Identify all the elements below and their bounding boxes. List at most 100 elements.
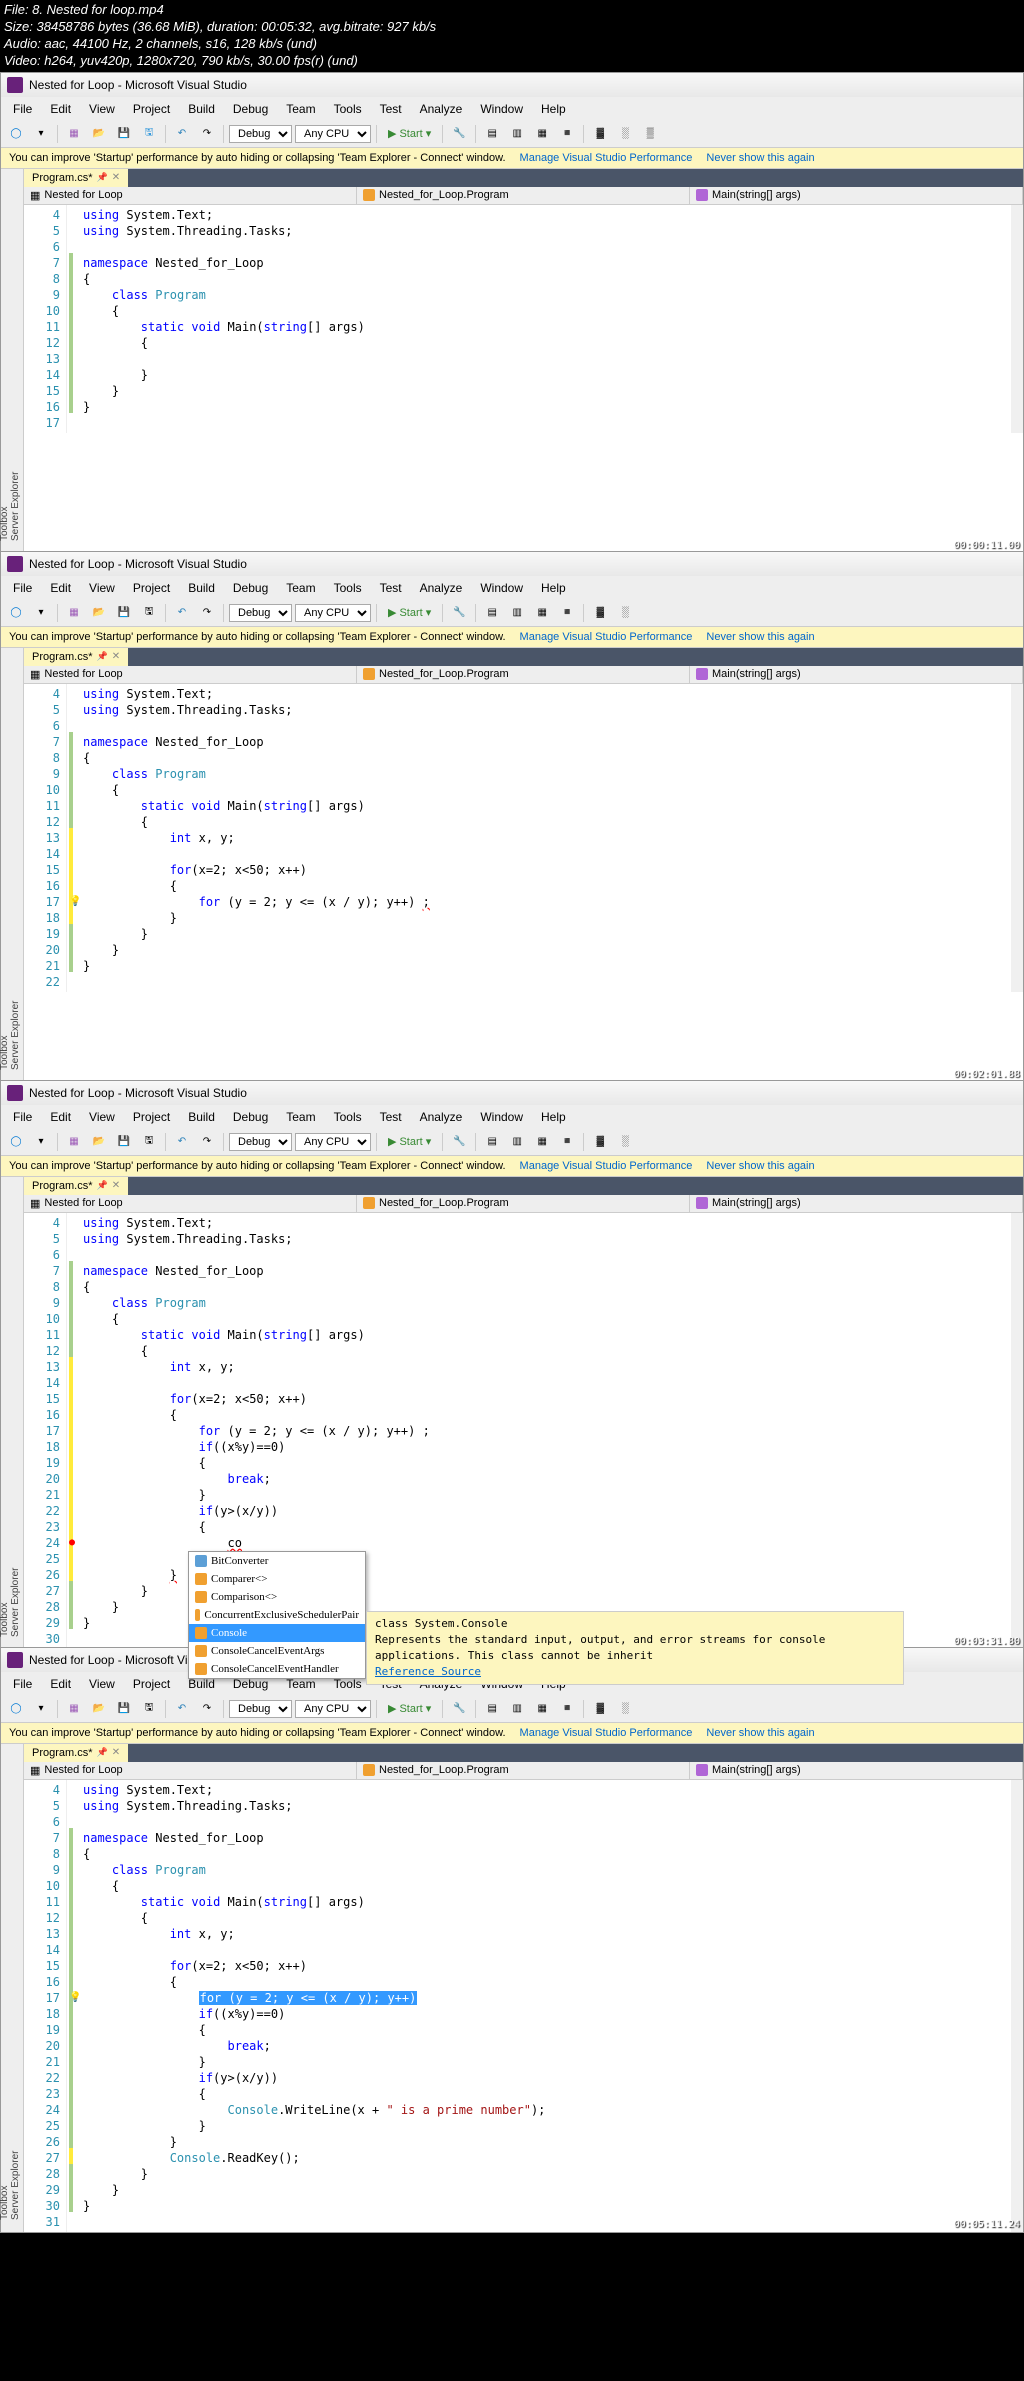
save-all-button[interactable]: 🖫 <box>138 123 160 145</box>
scope-selector[interactable]: ▦ Nested for Loop <box>24 1762 357 1779</box>
save-button[interactable]: 💾 <box>113 123 135 145</box>
toolbar-button[interactable]: ░ <box>614 123 636 145</box>
menu-team[interactable]: Team <box>278 578 323 598</box>
class-selector[interactable]: Nested_for_Loop.Program <box>357 187 690 204</box>
menu-file[interactable]: File <box>5 578 40 598</box>
method-selector[interactable]: Main(string[] args) <box>690 666 1023 683</box>
config-select[interactable]: Debug <box>229 1133 292 1151</box>
scroll-map[interactable] <box>1011 1780 1023 2232</box>
toolbox-tab[interactable]: Toolbox <box>0 1748 10 2220</box>
class-selector[interactable]: Nested_for_Loop.Program <box>357 666 690 683</box>
reference-source-link[interactable]: Reference Source <box>375 1664 895 1680</box>
intelli-item[interactable]: BitConverter <box>189 1552 365 1570</box>
intelli-item[interactable]: ConcurrentExclusiveSchedulerPair <box>189 1606 365 1624</box>
manage-perf-link[interactable]: Manage Visual Studio Performance <box>520 631 693 643</box>
server-explorer-tab[interactable]: Server Explorer <box>10 1748 21 2220</box>
menu-team[interactable]: Team <box>278 1107 323 1127</box>
server-explorer-tab[interactable]: Server Explorer <box>10 652 21 1070</box>
toolbar-button[interactable]: ▒ <box>639 123 661 145</box>
menu-view[interactable]: View <box>81 578 123 598</box>
code-editor[interactable]: using System.Text; using System.Threadin… <box>79 205 1011 433</box>
menu-analyze[interactable]: Analyze <box>412 99 471 119</box>
scope-selector[interactable]: ▦ Nested for Loop <box>24 187 357 204</box>
close-icon[interactable]: ✕ <box>112 1747 120 1758</box>
menu-edit[interactable]: Edit <box>42 1107 79 1127</box>
toolbox-tab[interactable]: Toolbox <box>0 173 10 541</box>
scroll-map[interactable] <box>1011 1213 1023 1649</box>
close-icon[interactable]: ✕ <box>112 172 120 183</box>
class-selector[interactable]: Nested_for_Loop.Program <box>357 1762 690 1779</box>
platform-select[interactable]: Any CPU <box>295 125 371 143</box>
menu-test[interactable]: Test <box>372 99 410 119</box>
error-icon[interactable]: ● <box>69 1537 75 1548</box>
menu-debug[interactable]: Debug <box>225 1107 276 1127</box>
intelli-item[interactable]: ConsoleCancelEventArgs <box>189 1642 365 1660</box>
menu-analyze[interactable]: Analyze <box>412 1107 471 1127</box>
menu-file[interactable]: File <box>5 99 40 119</box>
start-button[interactable]: ▶ Start ▾ <box>382 606 437 619</box>
menu-bar[interactable]: FileEditViewProjectBuildDebugTeamToolsTe… <box>1 576 1023 600</box>
method-selector[interactable]: Main(string[] args) <box>690 187 1023 204</box>
toolbar-button[interactable]: ▦ <box>531 123 553 145</box>
menu-view[interactable]: View <box>81 1107 123 1127</box>
scroll-map[interactable] <box>1011 205 1023 433</box>
menu-help[interactable]: Help <box>533 99 574 119</box>
pin-icon[interactable]: 📌 <box>97 172 108 183</box>
scroll-map[interactable] <box>1011 684 1023 992</box>
redo-button[interactable]: ↷ <box>196 123 218 145</box>
back-button[interactable]: ◯ <box>5 602 27 624</box>
toolbar-button[interactable]: ▥ <box>506 123 528 145</box>
manage-perf-link[interactable]: Manage Visual Studio Performance <box>520 152 693 164</box>
scope-selector[interactable]: ▦ Nested for Loop <box>24 666 357 683</box>
server-explorer-tab[interactable]: Server Explorer <box>10 173 21 541</box>
intelli-item[interactable]: Comparison<> <box>189 1588 365 1606</box>
menu-test[interactable]: Test <box>372 578 410 598</box>
menu-project[interactable]: Project <box>125 99 178 119</box>
start-button[interactable]: ▶ Start ▾ <box>382 1135 437 1148</box>
menu-build[interactable]: Build <box>180 1107 223 1127</box>
menu-bar[interactable]: FileEditViewProjectBuildDebugTeamToolsTe… <box>1 97 1023 121</box>
pin-icon[interactable]: 📌 <box>97 1747 108 1758</box>
manage-perf-link[interactable]: Manage Visual Studio Performance <box>520 1727 693 1739</box>
forward-button[interactable]: ▾ <box>30 123 52 145</box>
back-button[interactable]: ◯ <box>5 123 27 145</box>
menu-tools[interactable]: Tools <box>326 1107 370 1127</box>
menu-analyze[interactable]: Analyze <box>412 578 471 598</box>
menu-edit[interactable]: Edit <box>42 99 79 119</box>
method-selector[interactable]: Main(string[] args) <box>690 1762 1023 1779</box>
pin-icon[interactable]: 📌 <box>97 1180 108 1191</box>
menu-help[interactable]: Help <box>533 1107 574 1127</box>
open-button[interactable]: 📂 <box>88 123 110 145</box>
platform-select[interactable]: Any CPU <box>295 1700 371 1718</box>
config-select[interactable]: Debug <box>229 1700 292 1718</box>
scope-selector[interactable]: ▦ Nested for Loop <box>24 1195 357 1212</box>
menu-help[interactable]: Help <box>533 578 574 598</box>
menu-tools[interactable]: Tools <box>326 578 370 598</box>
file-tab[interactable]: Program.cs*📌✕ <box>24 1744 128 1762</box>
menu-debug[interactable]: Debug <box>225 99 276 119</box>
menu-edit[interactable]: Edit <box>42 1674 79 1694</box>
never-show-link[interactable]: Never show this again <box>706 631 814 643</box>
file-tab[interactable]: Program.cs*📌✕ <box>24 1177 128 1195</box>
undo-button[interactable]: ↶ <box>171 123 193 145</box>
menu-window[interactable]: Window <box>472 1107 531 1127</box>
intelli-item[interactable]: Comparer<> <box>189 1570 365 1588</box>
menu-team[interactable]: Team <box>278 99 323 119</box>
config-select[interactable]: Debug <box>229 125 292 143</box>
code-editor[interactable]: using System.Text; using System.Threadin… <box>79 1780 1011 2232</box>
file-tab[interactable]: Program.cs*📌✕ <box>24 648 128 666</box>
toolbar-button[interactable]: ▤ <box>481 123 503 145</box>
menu-debug[interactable]: Debug <box>225 578 276 598</box>
menu-window[interactable]: Window <box>472 578 531 598</box>
new-project-button[interactable]: ▦ <box>63 123 85 145</box>
menu-edit[interactable]: Edit <box>42 578 79 598</box>
menu-file[interactable]: File <box>5 1107 40 1127</box>
menu-build[interactable]: Build <box>180 578 223 598</box>
class-selector[interactable]: Nested_for_Loop.Program <box>357 1195 690 1212</box>
intelli-item-selected[interactable]: Console <box>189 1624 365 1642</box>
menu-view[interactable]: View <box>81 99 123 119</box>
toolbar-button[interactable]: 🔧 <box>448 123 470 145</box>
menu-project[interactable]: Project <box>125 1674 178 1694</box>
never-show-link[interactable]: Never show this again <box>706 152 814 164</box>
platform-select[interactable]: Any CPU <box>295 604 371 622</box>
